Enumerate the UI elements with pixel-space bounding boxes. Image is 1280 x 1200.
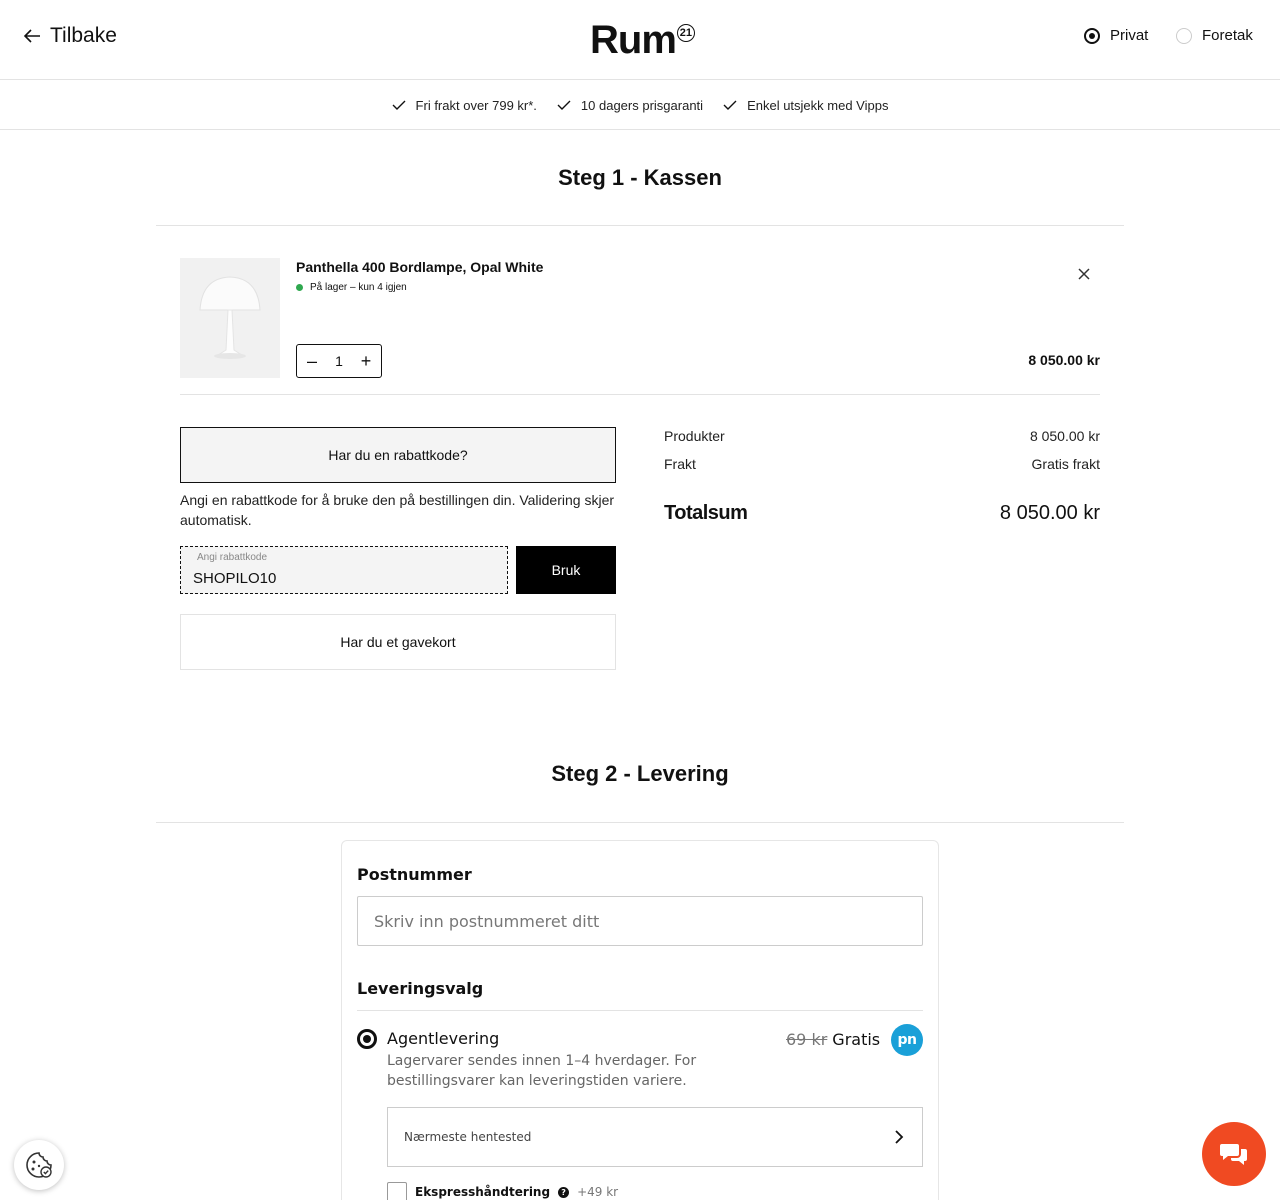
summary-total-value: 8 050.00 kr	[999, 502, 1100, 524]
pickup-point-selector[interactable]: Nærmeste hentested	[387, 1107, 923, 1167]
discount-input[interactable]	[193, 567, 493, 589]
increase-button[interactable]: +	[359, 351, 373, 372]
logo-text: Rum	[590, 18, 677, 62]
pickup-label: Nærmeste hentested	[404, 1130, 532, 1144]
summary-products-label: Produkter	[664, 428, 725, 444]
delivery-option-radio[interactable]	[357, 1029, 377, 1049]
help-icon[interactable]: ?	[558, 1186, 570, 1198]
new-price: Gratis	[832, 1030, 881, 1049]
product-image[interactable]	[180, 258, 280, 378]
customer-type-private[interactable]: Privat	[1084, 27, 1148, 44]
product-name[interactable]: Panthella 400 Bordlampe, Opal White	[296, 259, 543, 275]
back-label: Tilbake	[50, 24, 117, 47]
old-price: 69 kr	[786, 1030, 828, 1049]
line-price: 8 050.00 kr	[1028, 352, 1100, 368]
delivery-options-label: Leveringsvalg	[357, 979, 484, 998]
quantity-value: 1	[335, 353, 343, 369]
check-icon	[723, 100, 737, 110]
postcode-label: Postnummer	[357, 865, 472, 884]
step2-title: Steg 2 - Levering	[551, 761, 729, 786]
cookie-icon	[26, 1152, 52, 1178]
apply-discount-button[interactable]: Bruk	[516, 546, 616, 594]
radio-business[interactable]	[1176, 27, 1192, 44]
header: Tilbake Rum 21 Privat Foretak	[0, 0, 1280, 80]
stock-text: På lager – kun 4 igjen	[310, 282, 407, 293]
divider	[156, 225, 1124, 226]
usp-text: Enkel utsjekk med Vipps	[747, 97, 889, 113]
customer-type-label: Privat	[1110, 27, 1149, 44]
express-handling[interactable]: Ekspresshåndtering ? +49 kr	[387, 1182, 618, 1200]
check-icon	[392, 100, 406, 110]
express-price: +49 kr	[577, 1185, 619, 1199]
cookie-settings-button[interactable]	[14, 1140, 64, 1190]
stock-status: På lager – kun 4 igjen	[296, 282, 407, 293]
chevron-right-icon	[895, 1130, 904, 1144]
summary-total-row: Totalsum 8 050.00 kr	[664, 502, 1100, 525]
summary-shipping-value: Gratis frakt	[1031, 456, 1100, 472]
step1-title: Steg 1 - Kassen	[558, 165, 722, 190]
usp-text: 10 dagers prisgaranti	[580, 97, 704, 113]
usp-item: 10 dagers prisgaranti	[557, 98, 703, 113]
usp-text: Fri frakt over 799 kr*.	[415, 97, 537, 113]
back-link[interactable]: Tilbake	[22, 24, 117, 48]
summary-products-row: Produkter 8 050.00 kr	[664, 428, 1100, 444]
usp-item: Fri frakt over 799 kr*.	[392, 98, 537, 113]
lamp-image	[199, 276, 261, 359]
delivery-option-price: 69 kr Gratis	[786, 1030, 880, 1049]
divider	[357, 1010, 923, 1011]
stock-dot-icon	[296, 284, 303, 291]
summary-total-label: Totalsum	[664, 502, 748, 524]
discount-toggle-button[interactable]: Har du en rabattkode?	[180, 427, 616, 483]
check-icon	[557, 100, 571, 110]
postcode-input[interactable]	[357, 896, 923, 946]
postnord-logo: pn	[891, 1024, 923, 1056]
discount-field-label: Angi rabattkode	[197, 552, 268, 563]
chat-button[interactable]	[1202, 1122, 1266, 1186]
delivery-option-description: Lagervarer sendes innen 1–4 hverdager. F…	[387, 1053, 697, 1089]
delivery-option-name[interactable]: Agentlevering	[387, 1029, 499, 1048]
usp-bar: Fri frakt over 799 kr*. 10 dagers prisga…	[0, 81, 1280, 130]
summary-shipping-label: Frakt	[664, 456, 696, 472]
customer-type-label: Foretak	[1202, 27, 1253, 44]
summary-products-value: 8 050.00 kr	[1029, 428, 1100, 444]
arrow-left-icon	[23, 29, 40, 43]
summary-shipping-row: Frakt Gratis frakt	[664, 456, 1100, 472]
giftcard-button[interactable]: Har du et gavekort	[180, 614, 616, 670]
radio-private[interactable]	[1084, 27, 1100, 44]
discount-field[interactable]: Angi rabattkode	[180, 546, 508, 594]
logo-sup: 21	[676, 24, 695, 42]
divider	[156, 822, 1124, 823]
usp-item: Enkel utsjekk med Vipps	[723, 98, 888, 113]
close-icon[interactable]	[1074, 264, 1094, 284]
customer-type-business[interactable]: Foretak	[1176, 27, 1253, 44]
chat-icon	[1220, 1144, 1247, 1165]
express-label: Ekspresshåndtering	[415, 1185, 551, 1199]
logo[interactable]: Rum 21	[590, 18, 695, 63]
decrease-button[interactable]: –	[305, 351, 319, 372]
express-checkbox[interactable]	[387, 1182, 407, 1200]
discount-help-text: Angi en rabattkode for å bruke den på be…	[180, 492, 615, 528]
quantity-stepper[interactable]: – 1 +	[296, 344, 382, 378]
divider	[180, 394, 1100, 395]
